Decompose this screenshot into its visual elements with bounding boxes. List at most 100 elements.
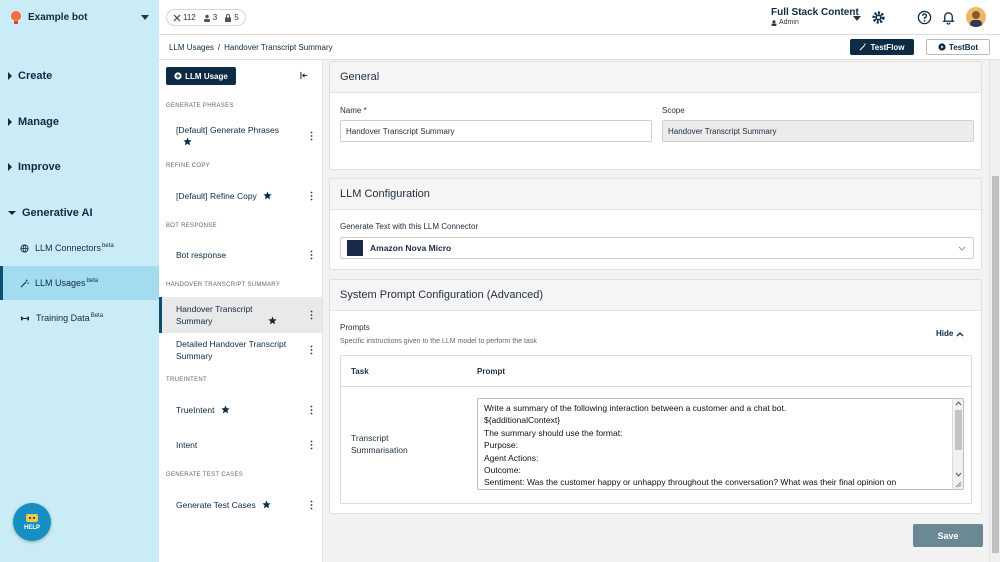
prompt-line: The summary should use the format: [484, 427, 623, 438]
more-vertical-icon[interactable] [310, 191, 313, 201]
testflow-button[interactable]: TestFlow [850, 39, 914, 55]
sidebar-item-manage[interactable]: Manage [8, 116, 59, 128]
lightbulb-icon [11, 10, 21, 24]
workspace-role: Admin [771, 19, 859, 26]
sidebar-item-llm-connectors[interactable]: LLM Connectorsbeta [0, 231, 159, 265]
sidebar-item-label: Generative AI [22, 207, 93, 219]
sidebar-item-llm-usages[interactable]: LLM Usagesbeta [0, 266, 159, 300]
star-icon [183, 137, 192, 146]
chevron-down-icon [141, 15, 149, 20]
resize-handle-icon[interactable] [955, 481, 962, 488]
prompt-scrollbar-thumb[interactable] [955, 410, 962, 450]
usage-item-detailed-handover[interactable]: Detailed Handover Transcript Summary [159, 338, 322, 362]
group-label-generate-test-cases: GENERATE TEST CASES [166, 472, 244, 478]
chevron-down-icon [8, 211, 16, 215]
page-scrollbar-thumb[interactable] [992, 176, 999, 553]
name-input[interactable]: Handover Transcript Summary [340, 120, 652, 142]
group-label-bot-response: BOT RESPONSE [166, 223, 217, 229]
connector-label: Generate Text with this LLM Connector [340, 222, 479, 231]
usage-item-label: Bot response [176, 250, 227, 260]
sidebar-item-label: LLM Usagesbeta [35, 278, 99, 288]
sidebar-item-label: Manage [18, 116, 59, 128]
bot-selector[interactable]: Example bot [0, 0, 159, 35]
hide-label: Hide [936, 329, 954, 338]
save-button[interactable]: Save [913, 524, 983, 547]
user-icon [771, 19, 777, 26]
more-vertical-icon[interactable] [310, 131, 313, 141]
scroll-down-icon[interactable] [955, 472, 962, 477]
llm-config-card: LLM Configuration Generate Text with thi… [329, 178, 982, 270]
bot-stats: 112 3 5 [166, 9, 246, 26]
sidebar-item-label: Improve [18, 161, 61, 173]
more-vertical-icon[interactable] [310, 345, 313, 355]
bell-icon[interactable] [941, 10, 956, 25]
chevron-right-icon [8, 163, 12, 171]
gear-icon[interactable] [871, 10, 886, 25]
workspace-role-label: Admin [779, 19, 799, 26]
workspace-selector[interactable]: Full Stack Content Admin [771, 7, 859, 26]
avatar[interactable] [966, 7, 986, 27]
connector-select[interactable]: Amazon Nova Micro [340, 237, 974, 259]
breadcrumb-current: Handover Transcript Summary [224, 43, 333, 52]
usage-item-label: [Default] Refine Copy [176, 191, 257, 201]
prompts-label: Prompts [340, 323, 370, 332]
star-icon [263, 191, 272, 200]
usage-item-label: Generate Test Cases [176, 500, 256, 510]
sidebar-item-generative-ai[interactable]: Generative AI [8, 207, 93, 219]
more-vertical-icon[interactable] [310, 405, 313, 415]
usage-item-default-refine-copy[interactable]: [Default] Refine Copy [159, 190, 322, 202]
lock-icon [225, 13, 232, 22]
top-bar: Example bot 112 3 5 Full Stack Content A… [0, 0, 1000, 35]
breadcrumb-root[interactable]: LLM Usages [169, 43, 214, 52]
more-vertical-icon[interactable] [310, 500, 313, 510]
usage-item-bot-response[interactable]: Bot response [159, 249, 322, 261]
prompt-table: Task Prompt Transcript Summarisation Wri… [340, 355, 972, 504]
amazon-nova-icon [347, 240, 363, 256]
more-vertical-icon[interactable] [310, 440, 313, 450]
testbot-button[interactable]: TestBot [926, 39, 990, 55]
usage-item-trueintent[interactable]: TrueIntent [159, 404, 322, 416]
sidebar-item-label: Training DataBeta [36, 313, 104, 323]
globe-icon [20, 243, 29, 253]
sidebar-item-training-data[interactable]: Training DataBeta [0, 301, 159, 335]
sidebar-item-improve[interactable]: Improve [8, 161, 61, 173]
usage-item-intent[interactable]: Intent [159, 439, 322, 451]
star-icon [262, 500, 271, 509]
add-llm-usage-button[interactable]: LLM Usage [166, 67, 236, 85]
connector-value: Amazon Nova Micro [370, 243, 452, 253]
help-circle-icon[interactable] [917, 10, 932, 25]
chat-bot-icon [26, 514, 38, 522]
stat-users-value: 3 [212, 13, 218, 22]
prompt-column-header: Prompt [477, 367, 505, 376]
hide-prompts-toggle[interactable]: Hide [936, 329, 964, 338]
tools-icon [173, 14, 181, 21]
prompt-textarea[interactable]: Write a summary of the following interac… [477, 398, 964, 490]
usage-item-default-generate-phrases[interactable]: [Default] Generate Phrases [159, 124, 322, 148]
prompt-line: Purpose: [484, 440, 519, 451]
dumbbell-icon [20, 316, 30, 320]
usage-item-handover-summary[interactable]: Handover Transcript Summary [159, 297, 322, 333]
breadcrumb-bar: LLM Usages / Handover Transcript Summary… [159, 35, 1000, 60]
usage-item-generate-test-cases[interactable]: Generate Test Cases [159, 499, 322, 511]
scroll-up-icon[interactable] [955, 401, 962, 406]
group-label-generate-phrases: GENERATE PHRASES [166, 103, 234, 109]
usage-item-label: Intent [176, 440, 198, 450]
collapse-panel-icon[interactable] [300, 71, 309, 80]
help-button[interactable]: HELP [13, 503, 51, 541]
more-vertical-icon[interactable] [310, 310, 313, 320]
chevron-up-icon [956, 331, 964, 336]
prompt-line: Agent Actions: [484, 452, 539, 463]
sidebar-item-create[interactable]: Create [8, 70, 52, 82]
usage-item-label: Detailed Handover Transcript Summary [176, 339, 287, 361]
help-label: HELP [23, 525, 40, 531]
more-vertical-icon[interactable] [310, 250, 313, 260]
group-label-trueintent: TRUEINTENT [166, 377, 207, 383]
llm-usage-label: LLM Usage [185, 71, 228, 81]
breadcrumb: LLM Usages / Handover Transcript Summary [169, 43, 333, 52]
prompt-scrollbar[interactable] [952, 399, 963, 489]
usage-item-label: [Default] Generate Phrases [176, 125, 280, 135]
usage-item-label: Handover Transcript Summary [176, 304, 253, 326]
general-card: General Name * Handover Transcript Summa… [329, 61, 982, 170]
workspace-chevron-icon[interactable] [853, 16, 861, 21]
page-scrollbar[interactable] [989, 60, 1000, 562]
